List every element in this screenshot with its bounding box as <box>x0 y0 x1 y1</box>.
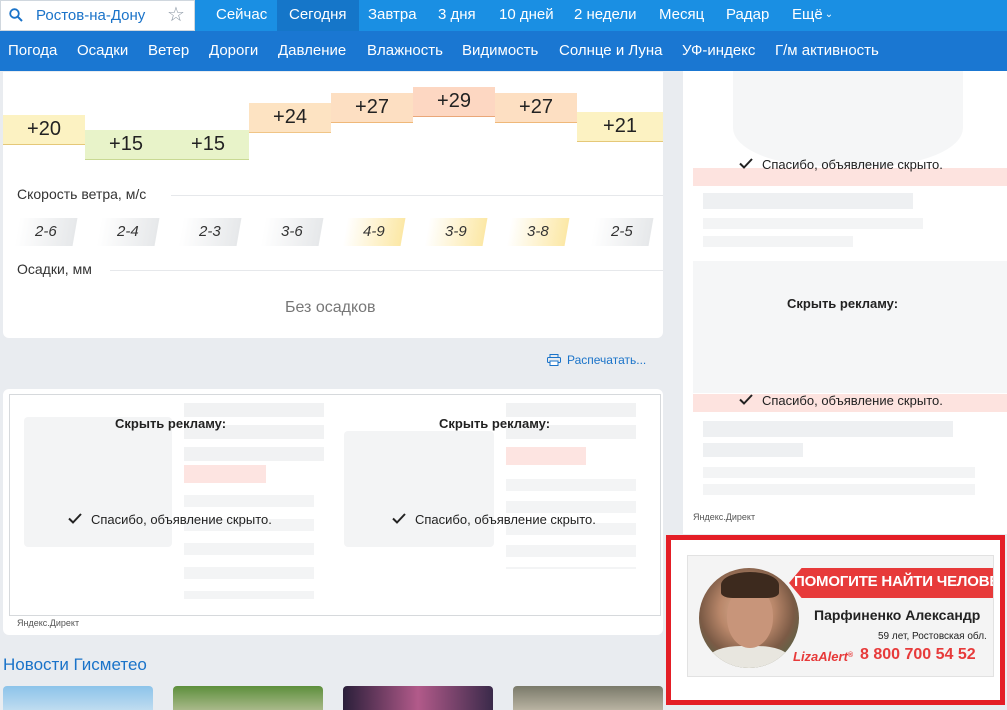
news-thumbnail[interactable] <box>3 686 153 710</box>
hidden-ad-image <box>24 417 172 547</box>
wind-speed-value: 2-5 <box>590 218 654 246</box>
news-thumbnail[interactable] <box>343 686 493 710</box>
highlighted-banner-frame: ПОМОГИТЕ НАЙТИ ЧЕЛОВЕКА Парфиненко Алекс… <box>666 535 1005 705</box>
subnav-pressure[interactable]: Давление <box>278 31 346 71</box>
person-photo <box>699 568 799 668</box>
print-label: Распечатать... <box>567 353 647 367</box>
wind-speed-value: 3-9 <box>424 218 488 246</box>
hide-ad-title: Скрыть рекламу: <box>439 416 551 431</box>
temp-value: +29 <box>437 90 471 112</box>
check-icon <box>739 158 753 169</box>
temp-value: +15 <box>191 133 225 155</box>
hidden-ad-image <box>693 261 1007 393</box>
person-info: 59 лет, Ростовская обл. <box>878 631 987 642</box>
subnav-sun-moon[interactable]: Солнце и Луна <box>559 31 663 71</box>
tab-2-weeks[interactable]: 2 недели <box>574 0 637 31</box>
yandex-direct-label[interactable]: Яндекс.Директ <box>693 512 755 522</box>
no-precipitation-text: Без осадков <box>285 299 376 316</box>
subnav-visibility[interactable]: Видимость <box>462 31 538 71</box>
top-nav: Ростов-на-Дону ☆ Сейчас Сегодня Завтра 3… <box>0 0 1007 31</box>
wind-speed-value: 2-6 <box>14 218 78 246</box>
hidden-ad-title <box>703 193 913 209</box>
divider <box>171 195 663 196</box>
wind-speed-value: 2-3 <box>178 218 242 246</box>
hidden-ad-badge <box>184 465 266 483</box>
ad-hidden-message: Спасибо, объявление скрыто. <box>739 393 943 408</box>
news-section-title[interactable]: Новости Гисметео <box>3 655 147 675</box>
check-icon <box>739 394 753 405</box>
hidden-ad-image <box>733 71 963 166</box>
tab-more[interactable]: Ещё ⌄ <box>792 0 833 31</box>
person-name: Парфиненко Александр <box>814 607 981 623</box>
yandex-direct-label[interactable]: Яндекс.Директ <box>17 618 79 628</box>
search-icon <box>9 8 23 22</box>
wind-speed-value: 2-4 <box>96 218 160 246</box>
hidden-ad-image <box>344 431 494 547</box>
wind-speed-value: 4-9 <box>342 218 406 246</box>
temp-value: +20 <box>27 118 61 140</box>
hidden-ad-text <box>703 467 975 478</box>
lizaalert-logo: LizaAlert® <box>793 649 854 664</box>
subnav-geomagnetic[interactable]: Г/м активность <box>775 31 879 71</box>
divider <box>110 270 663 271</box>
city-search[interactable]: Ростов-на-Дону ☆ <box>0 0 195 31</box>
hide-ad-title: Скрыть рекламу: <box>787 296 899 311</box>
hidden-ad-title <box>703 421 953 437</box>
temp-value: +15 <box>109 133 143 155</box>
tab-tomorrow[interactable]: Завтра <box>368 0 417 31</box>
hide-ad-title: Скрыть рекламу: <box>115 416 227 431</box>
star-icon[interactable]: ☆ <box>167 4 185 26</box>
hotline-phone: 8 800 700 54 52 <box>860 646 976 663</box>
city-name[interactable]: Ростов-на-Дону <box>36 7 145 24</box>
banner-headline: ПОМОГИТЕ НАЙТИ ЧЕЛОВЕКА <box>794 573 993 590</box>
ad-hidden-message: Спасибо, объявление скрыто. <box>739 157 943 172</box>
news-thumbnail[interactable] <box>513 686 663 710</box>
subnav-precipitation[interactable]: Осадки <box>77 31 128 71</box>
temp-value: +27 <box>355 96 389 118</box>
subnav-wind[interactable]: Ветер <box>148 31 189 71</box>
ad-frame: Скрыть рекламу: Спасибо, объявление скры… <box>9 394 661 616</box>
hidden-ad-title <box>703 443 803 457</box>
forecast-card: +20 +15 +15 +24 +27 +29 +27 +21 Скорость… <box>3 72 663 338</box>
temp-value: +21 <box>603 115 637 137</box>
subnav-roads[interactable]: Дороги <box>209 31 258 71</box>
tab-month[interactable]: Месяц <box>659 0 704 31</box>
printer-icon <box>547 354 561 366</box>
ad-card: Скрыть рекламу: Спасибо, объявление скры… <box>3 389 663 635</box>
tab-now[interactable]: Сейчас <box>216 0 267 31</box>
check-icon <box>392 513 406 524</box>
tab-10-days[interactable]: 10 дней <box>499 0 554 31</box>
precipitation-label: Осадки, мм <box>17 261 92 277</box>
subnav-weather[interactable]: Погода <box>8 31 57 71</box>
temp-value: +24 <box>273 106 307 128</box>
chevron-down-icon: ⌄ <box>824 9 834 20</box>
hidden-ad-text <box>703 484 975 495</box>
tab-radar[interactable]: Радар <box>726 0 769 31</box>
hidden-ad-badge <box>506 447 586 465</box>
print-link[interactable]: Распечатать... <box>547 353 646 367</box>
sub-nav: Погода Осадки Ветер Дороги Давление Влаж… <box>0 31 1007 71</box>
hidden-ad-text <box>703 236 853 247</box>
subnav-humidity[interactable]: Влажность <box>367 31 443 71</box>
hidden-ad-text <box>184 403 324 465</box>
hidden-ad-text <box>184 495 314 599</box>
check-icon <box>68 513 82 524</box>
wind-speed-value: 3-6 <box>260 218 324 246</box>
temp-value: +27 <box>519 96 553 118</box>
ad-hidden-message: Спасибо, объявление скрыто. <box>68 512 272 527</box>
news-thumbnail[interactable] <box>173 686 323 710</box>
subnav-uv-index[interactable]: УФ-индекс <box>682 31 755 71</box>
right-ad-column: Спасибо, объявление скрыто. Скрыть рекла… <box>683 71 1007 534</box>
tab-3-days[interactable]: 3 дня <box>438 0 476 31</box>
tab-today[interactable]: Сегодня <box>277 0 359 31</box>
hidden-ad-text <box>703 218 923 229</box>
wind-speed-value: 3-8 <box>506 218 570 246</box>
tab-more-label: Ещё <box>792 6 823 23</box>
ad-hidden-message: Спасибо, объявление скрыто. <box>392 512 596 527</box>
missing-person-banner[interactable]: ПОМОГИТЕ НАЙТИ ЧЕЛОВЕКА Парфиненко Алекс… <box>687 555 994 677</box>
wind-speed-label: Скорость ветра, м/с <box>17 186 147 202</box>
